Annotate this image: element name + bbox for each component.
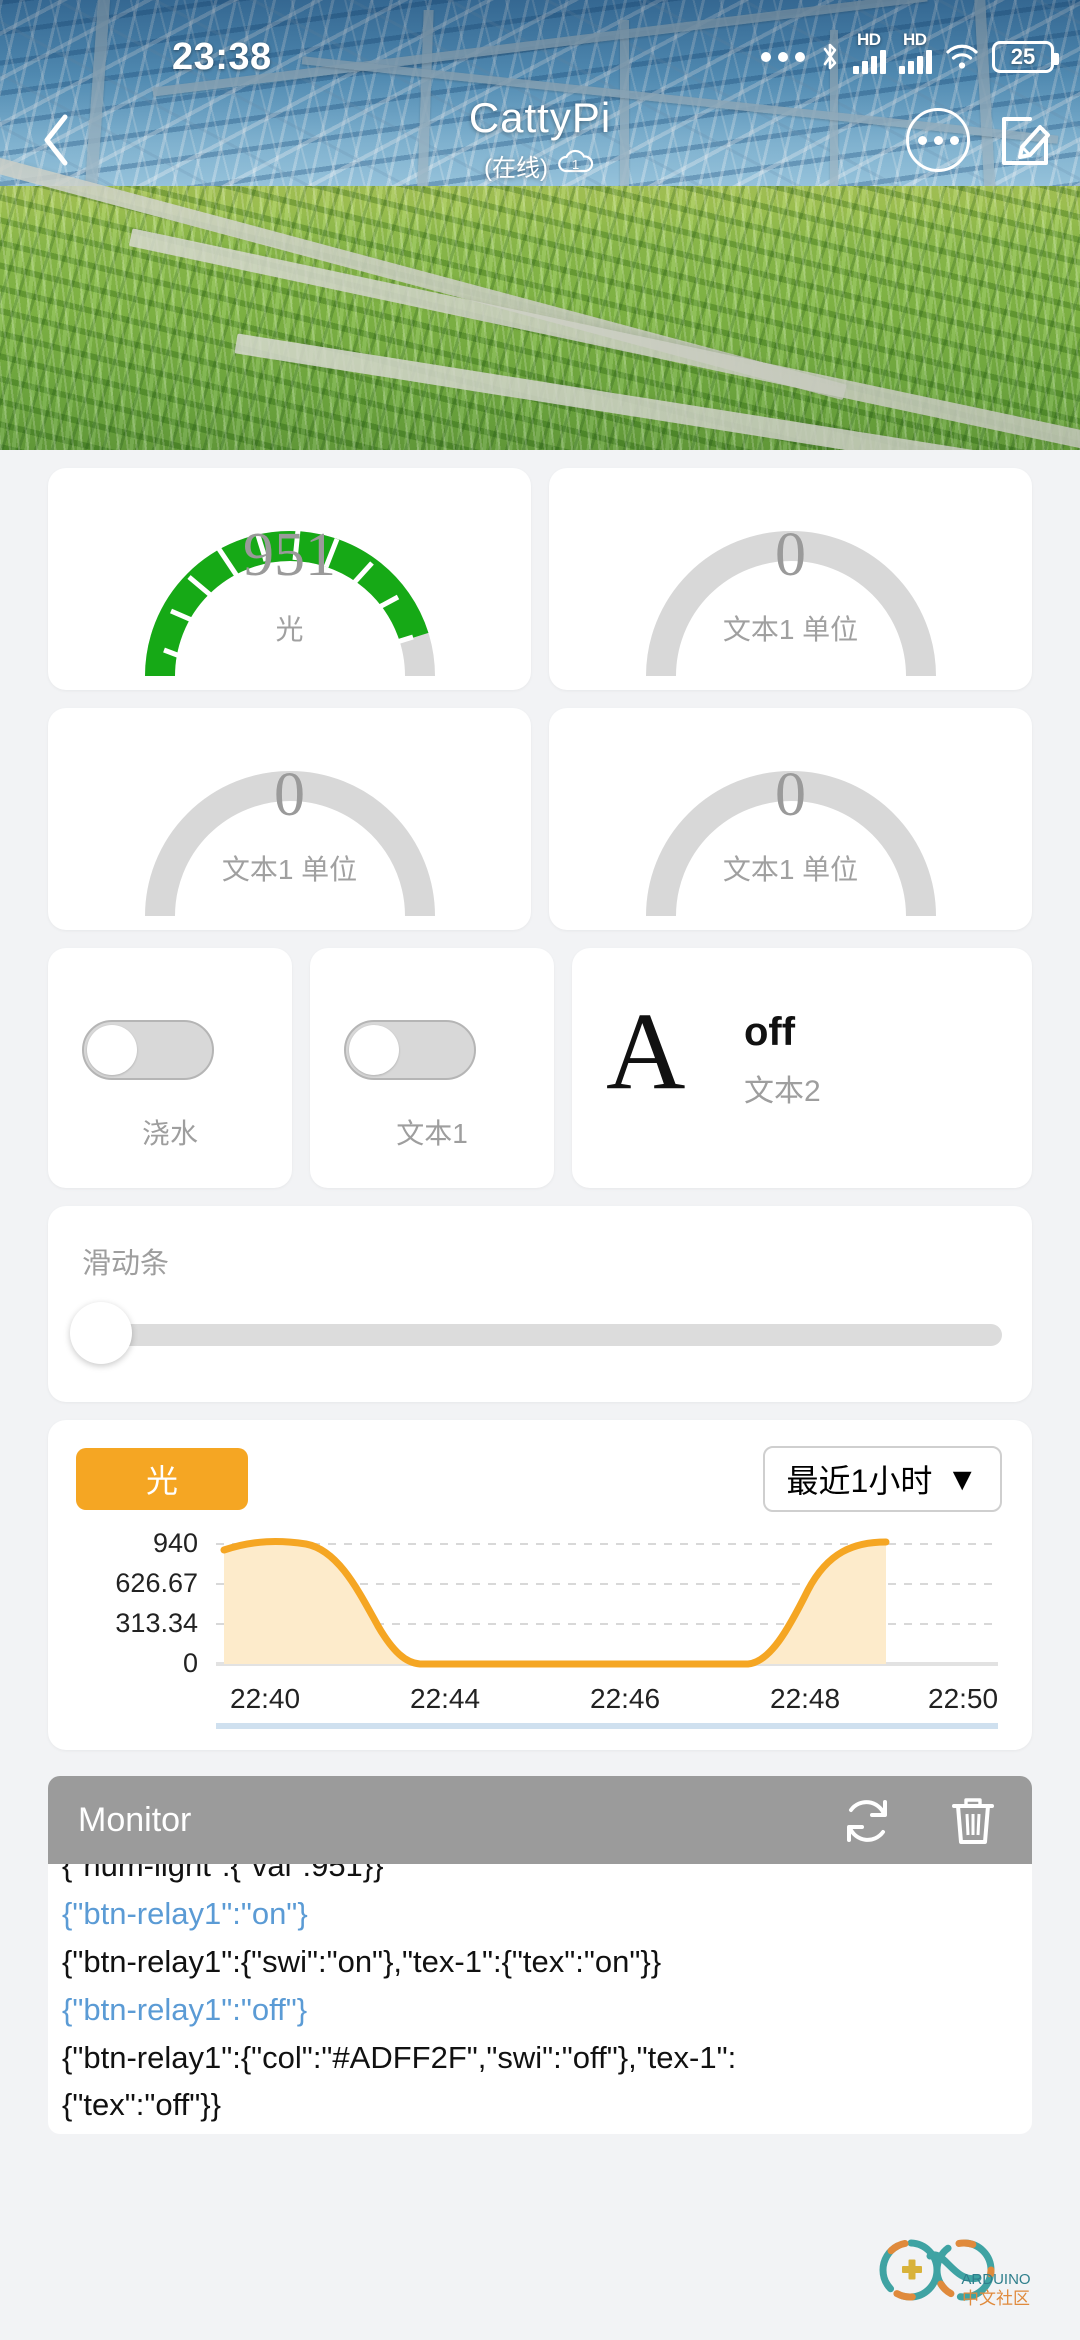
text1-toggle[interactable] [344, 1020, 476, 1080]
y-tick-label: 940 [153, 1530, 198, 1558]
x-tick-label: 22:46 [590, 1683, 660, 1714]
gauge-row-1: 951 光 0 文本1 单位 [0, 468, 1080, 690]
hd-label-2: HD [903, 30, 927, 49]
toggle-widget-text1[interactable]: 文本1 [310, 948, 554, 1188]
status-bar: 23:38 HD HD 25 [0, 0, 1080, 86]
toggle-label: 浇水 [141, 1118, 198, 1149]
battery-icon: 25 [992, 41, 1059, 73]
slider-track[interactable] [90, 1324, 1002, 1346]
nav-bar: CattyPi (在线) 1 [0, 86, 1080, 196]
toggle-label: 文本1 [396, 1118, 468, 1149]
chart-plot-area: 940 626.67 313.34 0 22:40 22:44 22:46 22… [48, 1528, 1032, 1740]
text-widget-value: off [744, 1010, 796, 1054]
gauge-label: 文本1 单位 [221, 854, 358, 885]
more-options-button[interactable] [906, 108, 970, 172]
clear-log-button[interactable] [948, 1794, 998, 1853]
gauge-row-2: 0 文本1 单位 0 文本1 单位 [0, 708, 1080, 930]
app-screen: 23:38 HD HD 25 CattyPi (在线) 1 951 光 0 文本… [0, 0, 1080, 2340]
chart-range-label: 最近1小时 [786, 1463, 933, 1499]
edit-square-icon [1002, 117, 1050, 165]
log-line: {"btn-relay1":{"col":"#ADFF2F","swi":"of… [62, 2040, 737, 2075]
refresh-button[interactable] [840, 1794, 894, 1853]
y-tick-label: 0 [183, 1648, 198, 1678]
chart-series-tag[interactable]: 光 [76, 1448, 248, 1510]
y-tick-label: 626.67 [115, 1568, 198, 1598]
x-tick-label: 22:48 [770, 1683, 840, 1714]
gauge-label: 文本1 单位 [722, 614, 859, 645]
gauge-widget-3[interactable]: 0 文本1 单位 [48, 708, 531, 930]
toggle-widget-watering[interactable]: 浇水 [48, 948, 292, 1188]
text-widget[interactable]: A off 文本2 [572, 948, 1032, 1188]
text-widget-label: 文本2 [744, 1075, 821, 1108]
status-icon-tray: HD HD 25 [761, 30, 1059, 74]
monitor-header: Monitor [48, 1776, 1032, 1864]
log-line: {"num-light":{"val":951}} [62, 1864, 384, 1883]
letter-a-icon: A [606, 990, 686, 1112]
slider-widget[interactable]: 滑动条 [48, 1206, 1032, 1402]
gauge-widget-2[interactable]: 0 文本1 单位 [549, 468, 1032, 690]
watermark-brand: ARDUINO [961, 2271, 1030, 2288]
wifi-icon [945, 43, 979, 71]
dashboard-content: 951 光 0 文本1 单位 0 文本1 单位 0 文本1 单位 浇水 文本1 … [0, 450, 1080, 2134]
gauge-value: 0 [775, 761, 806, 829]
svg-text:1: 1 [572, 157, 579, 172]
chevron-down-icon: ▼ [946, 1460, 978, 1497]
connection-status: (在线) 1 [484, 148, 596, 183]
gauge-widget-light[interactable]: 951 光 [48, 468, 531, 690]
gauge-value: 0 [775, 521, 806, 589]
more-dot [949, 135, 959, 145]
chart-area-fill-right [748, 1542, 886, 1664]
nav-action-group [906, 108, 1058, 172]
gauge-value: 951 [243, 521, 336, 589]
monitor-actions [840, 1794, 998, 1853]
log-line: {"tex":"off"}} [62, 2087, 221, 2122]
cloud-icon: 1 [556, 148, 596, 183]
gauge-widget-4[interactable]: 0 文本1 单位 [549, 708, 1032, 930]
watering-toggle[interactable] [82, 1020, 214, 1080]
status-text: (在线) [484, 155, 548, 182]
slider-label: 滑动条 [82, 1248, 170, 1280]
slider-thumb[interactable] [70, 1302, 132, 1364]
gauge-value: 0 [274, 761, 305, 829]
x-tick-label: 22:40 [230, 1683, 300, 1714]
toggle-knob [87, 1025, 137, 1075]
gauge-label: 文本1 单位 [722, 854, 859, 885]
x-tick-label: 22:50 [928, 1683, 998, 1714]
hd-label: HD [857, 30, 881, 49]
monitor-panel: Monitor {"num-light":{"val":951}} {"btn-… [48, 1776, 1032, 2134]
log-line: {"btn-relay1":"off"} [62, 1992, 308, 2027]
edit-button[interactable] [996, 109, 1058, 171]
status-clock: 23:38 [172, 36, 272, 78]
refresh-icon [847, 1800, 887, 1842]
chart-range-dropdown[interactable]: 最近1小时 ▼ [762, 1446, 1002, 1512]
toggle-knob [349, 1025, 399, 1075]
y-tick-label: 313.34 [115, 1608, 198, 1638]
log-line: {"btn-relay1":{"swi":"on"},"tex-1":{"tex… [62, 1944, 662, 1979]
battery-level: 25 [1010, 44, 1036, 69]
hd-signal-icon-2: HD [899, 30, 932, 74]
dots-icon [761, 52, 805, 62]
control-row: 浇水 文本1 A off 文本2 [0, 948, 1080, 1188]
x-tick-label: 22:44 [410, 1683, 480, 1714]
watermark-brand-cn: 中文社区 [962, 2289, 1030, 2308]
hd-signal-icon: HD [853, 30, 886, 74]
page-title: CattyPi [468, 94, 612, 141]
arduino-community-watermark: ARDUINO 中文社区 [858, 2220, 1048, 2316]
gauge-label: 光 [275, 614, 304, 645]
monitor-title: Monitor [78, 1800, 192, 1839]
chart-widget: 光 最近1小时 ▼ 940 626.67 313.34 0 22:40 22:4… [48, 1420, 1032, 1750]
bluetooth-icon [820, 41, 840, 73]
more-dot [933, 135, 943, 145]
monitor-log[interactable]: {"num-light":{"val":951}} {"btn-relay1":… [48, 1864, 1032, 2134]
trash-icon [952, 1798, 994, 1844]
log-line: {"btn-relay1":"on"} [62, 1896, 308, 1931]
more-dot [917, 135, 927, 145]
